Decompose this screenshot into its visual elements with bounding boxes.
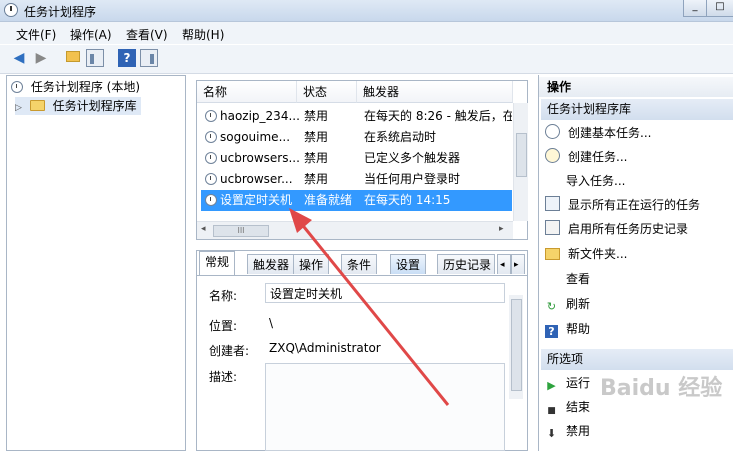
annotation-arrow (289, 208, 450, 406)
